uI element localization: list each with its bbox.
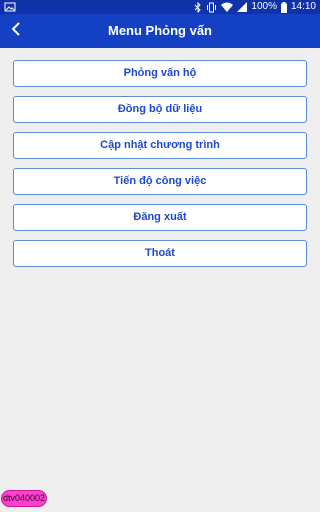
signal-icon (237, 2, 248, 12)
bluetooth-icon (194, 1, 202, 13)
page-title: Menu Phỏng vấn (108, 23, 212, 38)
status-bar: 100% 14:10 (0, 0, 320, 14)
exit-button[interactable]: Thoát (13, 240, 307, 267)
user-id-badge: dtv040002 (1, 490, 47, 507)
back-button[interactable] (4, 19, 28, 43)
vibrate-icon (206, 2, 217, 13)
battery-percent: 100% (251, 1, 277, 12)
image-icon (4, 1, 16, 13)
household-interview-button[interactable]: Phỏng vấn hộ (13, 60, 307, 87)
back-chevron-icon (11, 21, 21, 41)
menu-list: Phỏng vấn hộ Đồng bộ dữ liệu Cập nhật ch… (13, 60, 307, 276)
update-program-button[interactable]: Cập nhật chương trình (13, 132, 307, 159)
work-progress-button[interactable]: Tiến độ công việc (13, 168, 307, 195)
sync-data-button[interactable]: Đồng bộ dữ liệu (13, 96, 307, 123)
wifi-icon (221, 2, 234, 12)
logout-button[interactable]: Đăng xuất (13, 204, 307, 231)
app-bar: Menu Phỏng vấn (0, 14, 320, 48)
status-icons: 100% 14:10 (194, 0, 316, 14)
clock: 14:10 (290, 1, 316, 12)
battery-icon (280, 1, 287, 13)
